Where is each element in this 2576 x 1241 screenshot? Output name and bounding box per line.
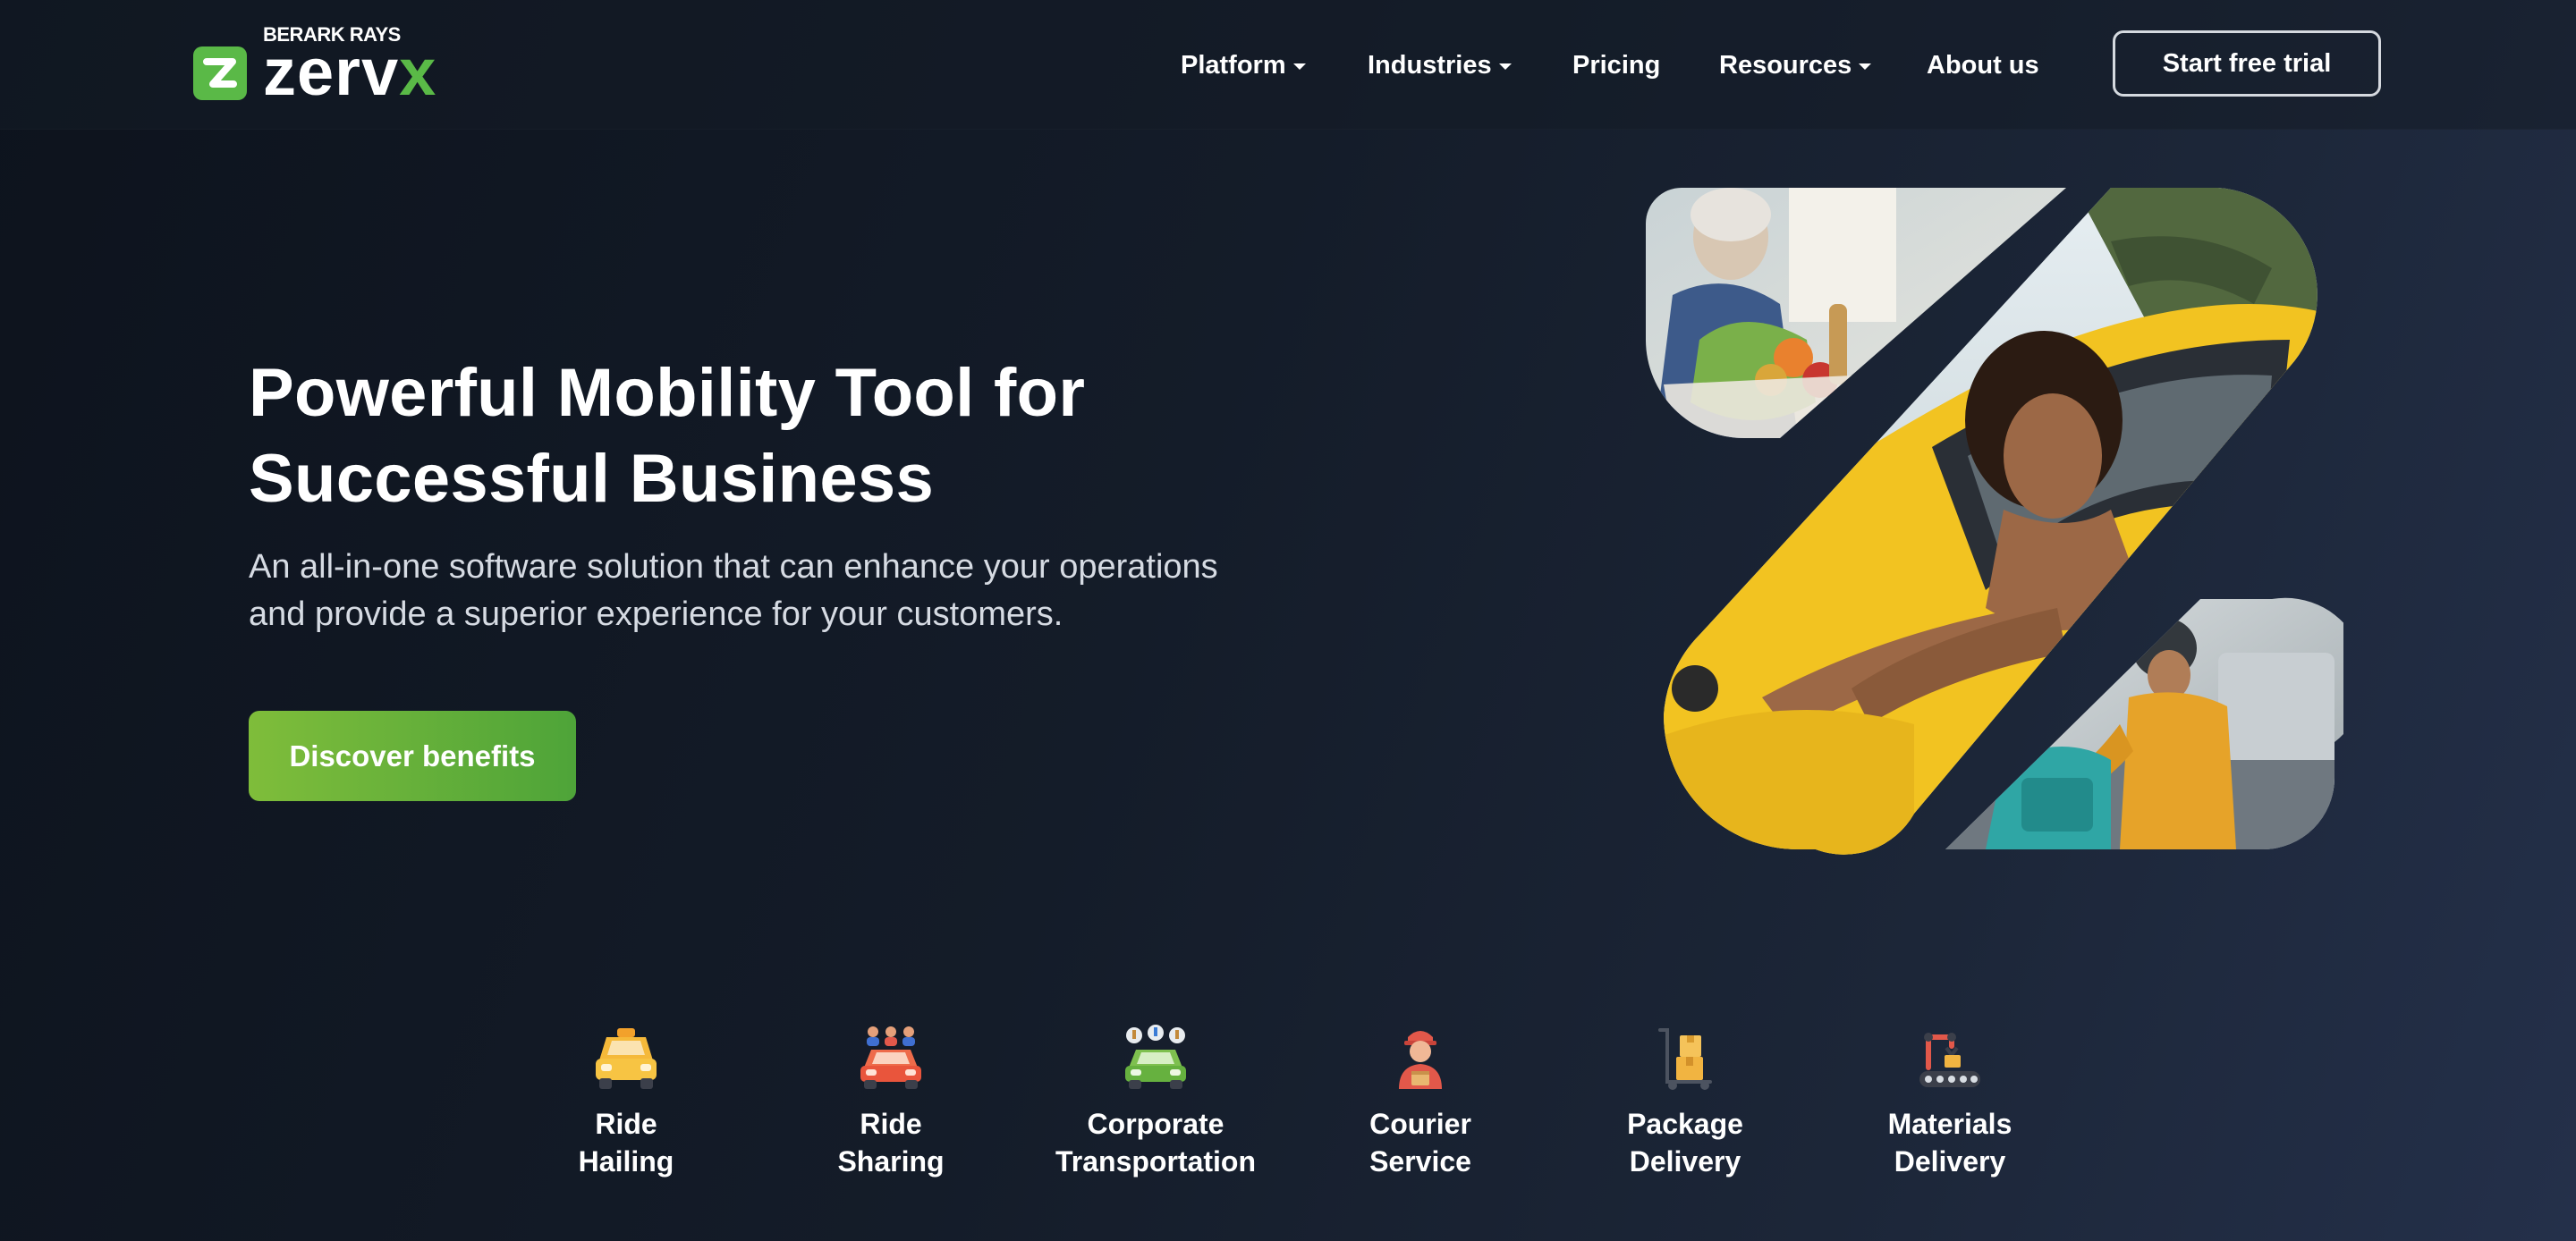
- discover-benefits-button[interactable]: Discover benefits: [249, 711, 576, 801]
- service-label: Ride Sharing: [837, 1108, 945, 1178]
- nav-platform-label: Platform: [1181, 50, 1286, 80]
- services-row: Ride Hailing Ride Sharing Corporate Tran…: [0, 1025, 2576, 1203]
- hero-subtitle-line2: and provide a superior experience for yo…: [249, 595, 1063, 633]
- hero-title-line1: Powerful Mobility Tool for: [249, 355, 1086, 431]
- nav-about[interactable]: About us: [1927, 45, 2039, 86]
- chevron-down-icon: [1292, 63, 1306, 70]
- service-courier[interactable]: Courier Service: [1295, 1025, 1546, 1180]
- brand-word: zerv: [263, 35, 400, 109]
- brand-wordmark: zervx: [263, 39, 436, 106]
- service-materials-delivery[interactable]: Materials Delivery: [1825, 1025, 2075, 1180]
- hero-title-line2: Successful Business: [249, 441, 935, 517]
- taxi-icon: [596, 1028, 657, 1089]
- nav-resources-label: Resources: [1719, 50, 1852, 80]
- hero-subtitle-line1: An all-in-one software solution that can…: [249, 548, 1218, 586]
- nav-industries-label: Industries: [1368, 50, 1492, 80]
- nav-resources[interactable]: Resources: [1719, 45, 1872, 86]
- service-label: Courier Service: [1369, 1108, 1471, 1178]
- nav-industries[interactable]: Industries: [1368, 45, 1512, 86]
- top-navbar: BERARK RAYS zervx Platform Industries Pr…: [0, 0, 2576, 130]
- hero-subtitle: An all-in-one software solution that can…: [249, 544, 1349, 638]
- service-ride-sharing[interactable]: Ride Sharing: [766, 1025, 1016, 1180]
- start-free-trial-button[interactable]: Start free trial: [2113, 30, 2381, 97]
- chevron-down-icon: [1859, 63, 1872, 70]
- service-label: Corporate Transportation: [1055, 1108, 1256, 1178]
- page: BERARK RAYS zervx Platform Industries Pr…: [0, 0, 2576, 1241]
- courier-icon: [1399, 1031, 1442, 1089]
- ride-sharing-icon: [860, 1026, 921, 1089]
- hero-collage-image: [1646, 188, 2343, 855]
- service-corporate-transportation[interactable]: Corporate Transportation: [1030, 1025, 1281, 1180]
- zervx-logo-icon: [193, 46, 247, 100]
- service-package-delivery[interactable]: Package Delivery: [1560, 1025, 1810, 1180]
- nav-pricing[interactable]: Pricing: [1572, 45, 1660, 86]
- brand-word-accent: x: [399, 35, 437, 109]
- service-ride-hailing[interactable]: Ride Hailing: [501, 1025, 751, 1180]
- service-label: Ride Hailing: [578, 1108, 674, 1178]
- package-icon: [1658, 1028, 1712, 1090]
- service-label: Package Delivery: [1627, 1108, 1743, 1178]
- materials-robot-icon: [1919, 1033, 1980, 1087]
- hero-title: Powerful Mobility Tool for Successful Bu…: [249, 350, 1322, 522]
- service-label: Materials Delivery: [1887, 1108, 2012, 1178]
- nav-pricing-label: Pricing: [1572, 50, 1661, 80]
- nav-about-label: About us: [1927, 50, 2039, 80]
- nav-platform[interactable]: Platform: [1181, 45, 1306, 86]
- chevron-down-icon: [1498, 63, 1512, 70]
- corporate-transport-icon: [1125, 1025, 1186, 1089]
- brand-logo[interactable]: BERARK RAYS zervx: [193, 20, 453, 109]
